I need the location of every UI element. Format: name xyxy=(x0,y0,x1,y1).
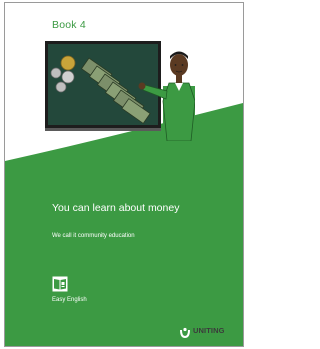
logo-wordmark: UNITING xyxy=(193,326,225,335)
document-subtitle: We call it community education xyxy=(52,233,135,239)
book-number: Book 4 xyxy=(52,19,86,31)
cover-page: Book 4 You can learn about money We call… xyxy=(4,2,244,347)
uniting-communities-icon xyxy=(177,325,193,341)
document-title: You can learn about money xyxy=(52,202,180,214)
open-book-icon xyxy=(52,276,68,292)
teacher-money-board-icon xyxy=(45,41,195,141)
easy-english-label: Easy English xyxy=(52,297,87,303)
logo-subword: COMMUNITIES xyxy=(195,335,220,339)
